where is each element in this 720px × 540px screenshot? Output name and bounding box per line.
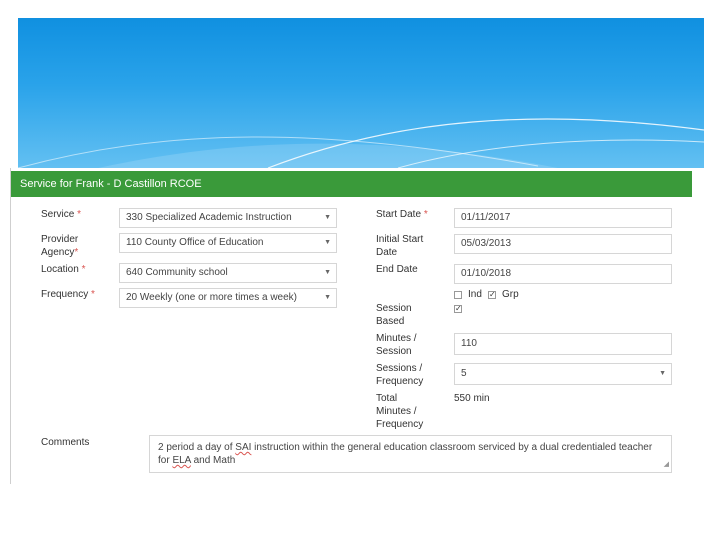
service-select[interactable]: 330 Specialized Academic Instruction ▼ [119, 208, 337, 228]
location-label: Location * [41, 264, 86, 275]
minutes-session-label: Minutes / Session [376, 333, 417, 357]
total-minutes-value: 550 min [454, 393, 490, 404]
chevron-down-icon: ▼ [324, 269, 331, 276]
service-panel: Service for Frank - D Castillon RCOE Ser… [10, 168, 692, 484]
chevron-down-icon: ▼ [324, 294, 331, 301]
frequency-label: Frequency * [41, 289, 95, 300]
provider-agency-label: Provider Agency* [41, 234, 79, 258]
minutes-session-input[interactable]: 110 [454, 333, 672, 355]
session-based-checkbox[interactable]: ✓ [454, 305, 462, 313]
sessions-frequency-label: Sessions / Frequency [376, 363, 424, 387]
banner-swoosh-decoration [18, 118, 704, 168]
initial-start-date-label: Initial Start Date [376, 234, 424, 258]
session-based-label: Session Based [376, 303, 412, 327]
initial-start-date-input[interactable]: 05/03/2013 [454, 234, 672, 254]
panel-title: Service for Frank - D Castillon RCOE [11, 171, 692, 197]
frequency-select[interactable]: 20 Weekly (one or more times a week) ▼ [119, 288, 337, 308]
chevron-down-icon: ▼ [324, 214, 331, 221]
check-icon: ✓ [489, 290, 496, 299]
resize-handle-icon[interactable]: ◢ [664, 458, 669, 471]
service-label: Service * [41, 209, 82, 220]
comments-textarea[interactable]: 2 period a day of SAI instruction within… [149, 435, 672, 473]
comments-label: Comments [41, 437, 90, 448]
end-date-label: End Date [376, 264, 418, 275]
title-banner [18, 18, 704, 168]
total-minutes-frequency-label: Total Minutes / Frequency [376, 393, 424, 430]
start-date-label: Start Date * [376, 209, 428, 220]
start-date-input[interactable]: 01/11/2017 [454, 208, 672, 228]
grp-label: Grp [502, 289, 519, 300]
chevron-down-icon: ▼ [324, 239, 331, 246]
check-icon: ✓ [455, 304, 462, 313]
grp-checkbox[interactable]: ✓ [488, 291, 496, 299]
ind-checkbox[interactable] [454, 291, 462, 299]
sessions-frequency-select[interactable]: 5 ▼ [454, 363, 672, 385]
provider-agency-select[interactable]: 110 County Office of Education ▼ [119, 233, 337, 253]
chevron-down-icon: ▼ [659, 370, 666, 377]
location-select[interactable]: 640 Community school ▼ [119, 263, 337, 283]
end-date-input[interactable]: 01/10/2018 [454, 264, 672, 284]
ind-label: Ind [468, 289, 482, 300]
